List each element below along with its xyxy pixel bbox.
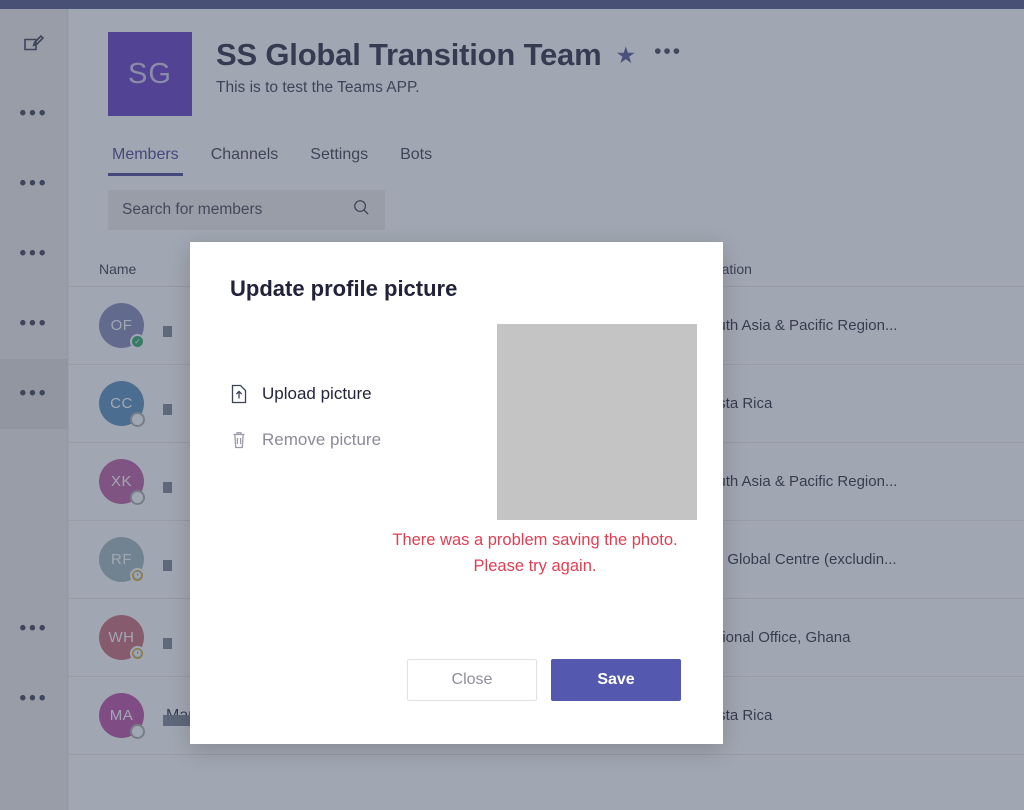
dialog-button-bar: Close Save	[407, 659, 681, 701]
upload-picture-label: Upload picture	[262, 384, 372, 403]
upload-file-icon	[230, 384, 248, 404]
dialog-title: Update profile picture	[230, 276, 458, 301]
picture-preview	[497, 324, 697, 520]
remove-picture-label: Remove picture	[262, 430, 382, 449]
upload-picture-button[interactable]: Upload picture	[230, 384, 381, 404]
error-message: There was a problem saving the photo. Pl…	[392, 531, 678, 575]
dialog-actions: Upload picture Remove picture	[230, 384, 381, 450]
close-button[interactable]: Close	[407, 659, 537, 701]
save-button[interactable]: Save	[551, 659, 681, 701]
update-profile-picture-dialog: Update profile picture Upload picture Re…	[190, 242, 723, 744]
trash-icon	[230, 430, 248, 450]
remove-picture-button[interactable]: Remove picture	[230, 430, 381, 450]
